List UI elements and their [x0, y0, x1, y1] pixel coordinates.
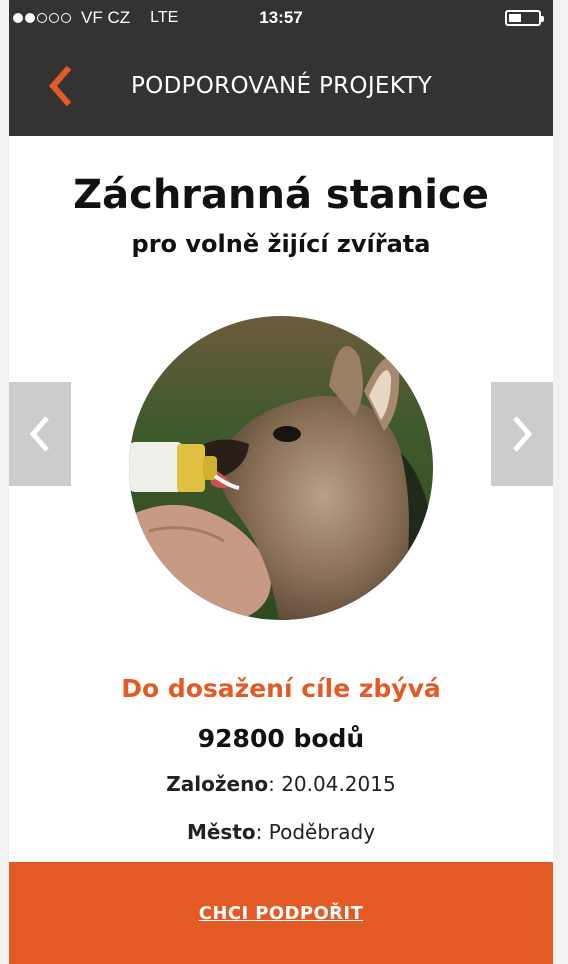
- fawn-photo: [129, 316, 433, 620]
- clock: 13:57: [259, 8, 303, 27]
- project-detail: Záchranná stanice pro volně žijící zvířa…: [9, 136, 553, 862]
- app-screen: VF CZ LTE 13:57 PODPOROVANÉ PROJEKTY Zác…: [9, 0, 553, 964]
- project-title: Záchranná stanice: [73, 172, 489, 218]
- carrier-name: VF CZ: [81, 8, 131, 27]
- status-left: VF CZ LTE: [9, 8, 178, 28]
- goal-remaining-points: 92800 bodů: [197, 724, 365, 753]
- founded-label: Založeno: [166, 772, 269, 796]
- project-subtitle: pro volně žijící zvířata: [131, 230, 431, 258]
- goal-label: Do dosažení cíle zbývá: [121, 674, 441, 703]
- founded-value: 20.04.2015: [281, 772, 396, 796]
- chevron-left-icon: [29, 416, 49, 452]
- carousel-next-button[interactable]: [491, 382, 553, 486]
- back-button[interactable]: [41, 65, 81, 107]
- battery-icon: [505, 10, 544, 26]
- signal-dot: [49, 13, 59, 23]
- chevron-right-icon: [513, 416, 533, 452]
- carousel-prev-button[interactable]: [9, 382, 71, 486]
- device-frame: VF CZ LTE 13:57 PODPOROVANÉ PROJEKTY Zác…: [0, 0, 568, 964]
- chevron-left-icon: [49, 65, 72, 107]
- project-photo: [129, 316, 433, 620]
- support-button-label: CHCI PODPOŘIT: [198, 902, 364, 924]
- support-button[interactable]: CHCI PODPOŘIT: [9, 862, 553, 964]
- signal-dot: [37, 13, 47, 23]
- signal-dot: [25, 13, 35, 23]
- status-bar: VF CZ LTE 13:57: [9, 0, 553, 36]
- signal-dot: [61, 13, 71, 23]
- network-type: LTE: [150, 9, 179, 26]
- project-city: Město: Poděbrady: [186, 820, 376, 844]
- city-value: Poděbrady: [268, 820, 376, 844]
- city-label: Město: [186, 820, 256, 844]
- signal-strength-icon: [13, 13, 71, 23]
- signal-dot: [13, 13, 23, 23]
- founded-date: Založeno: 20.04.2015: [166, 772, 396, 796]
- nav-bar: PODPOROVANÉ PROJEKTY: [9, 36, 553, 136]
- page-title: PODPOROVANÉ PROJEKTY: [131, 73, 433, 99]
